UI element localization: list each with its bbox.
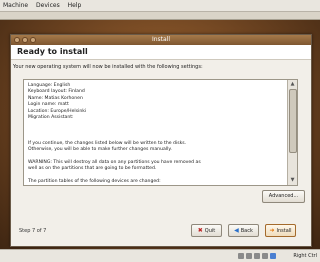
quit-label: Quit (204, 228, 216, 234)
cdrom-indicator-icon[interactable] (246, 253, 252, 259)
install-label: Install (276, 228, 292, 234)
advanced-button[interactable]: Advanced... (262, 190, 305, 203)
window-maximize-icon[interactable] (30, 37, 36, 43)
page-title: Ready to install (17, 47, 88, 56)
quit-icon: ✖ (197, 227, 203, 234)
host-key-label: Right Ctrl (293, 253, 317, 259)
mouse-capture-icon[interactable] (270, 253, 276, 259)
guest-top-panel (0, 12, 320, 20)
back-label: Back (240, 228, 253, 234)
settings-description: Your new operating system will now be in… (13, 64, 203, 70)
summary-scrollbar[interactable]: ▲ ▼ (287, 80, 297, 185)
host-statusbar: Right Ctrl (0, 249, 320, 262)
network-indicator-icon[interactable] (254, 253, 260, 259)
window-title: Install (151, 36, 171, 43)
window-close-icon[interactable] (14, 37, 20, 43)
step-indicator: Step 7 of 7 (19, 228, 47, 234)
usb-indicator-icon[interactable] (262, 253, 268, 259)
summary-line: The partition tables of the following de… (28, 178, 161, 184)
install-arrow-icon: ➜ (269, 227, 275, 234)
scroll-up-icon[interactable]: ▲ (289, 81, 296, 88)
window-titlebar[interactable]: Install (11, 35, 311, 45)
quit-button[interactable]: ✖ Quit (191, 224, 222, 237)
installer-window: Install Ready to install Your new operat… (10, 34, 312, 247)
settings-summary-textbox[interactable]: Language: English Keyboard layout: Finlan… (23, 79, 298, 186)
scroll-thumb[interactable] (289, 89, 297, 153)
hdd-indicator-icon[interactable] (238, 253, 244, 259)
menu-machine[interactable]: Machine (0, 0, 31, 11)
back-arrow-icon: ◀ (234, 227, 239, 234)
window-minimize-icon[interactable] (22, 37, 28, 43)
heading-band: Ready to install (11, 45, 311, 60)
install-button[interactable]: ➜ Install (265, 224, 296, 237)
host-menubar: Machine Devices Help (0, 0, 320, 12)
back-button[interactable]: ◀ Back (228, 224, 259, 237)
menu-devices[interactable]: Devices (33, 0, 63, 11)
menu-help[interactable]: Help (65, 0, 85, 11)
settings-summary-content: Language: English Keyboard layout: Finlan… (28, 83, 286, 185)
scroll-down-icon[interactable]: ▼ (289, 177, 296, 184)
